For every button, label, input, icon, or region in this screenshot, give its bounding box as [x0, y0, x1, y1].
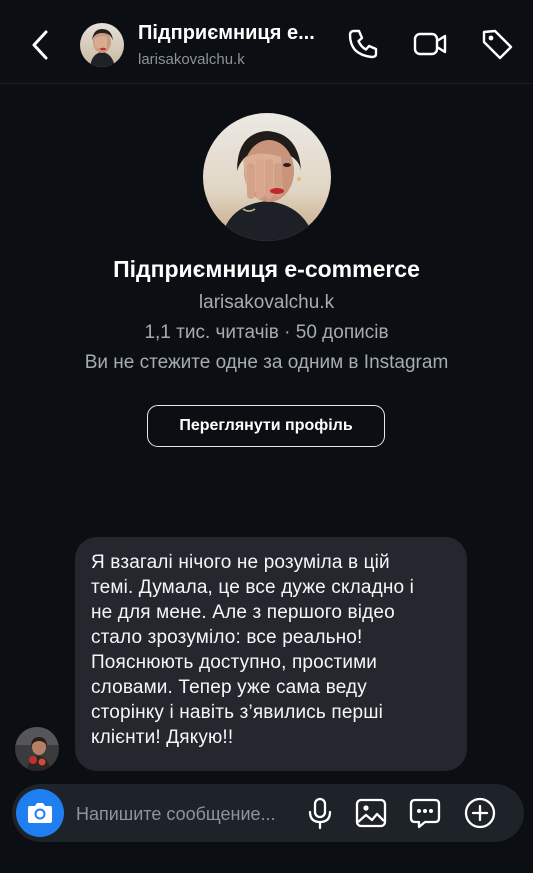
- profile-stats: 1,1 тис. читачів · 50 дописів: [144, 322, 389, 343]
- view-profile-button[interactable]: Переглянути профіль: [147, 405, 385, 447]
- message-composer: [12, 784, 524, 842]
- sticker-button[interactable]: [407, 795, 443, 831]
- profile-avatar[interactable]: [203, 113, 331, 241]
- message-line: не для мене. Але з першого відео: [91, 602, 395, 623]
- back-button[interactable]: [26, 28, 56, 62]
- message-input[interactable]: [74, 794, 308, 834]
- label-button[interactable]: [479, 26, 515, 62]
- microphone-icon: [308, 797, 332, 830]
- video-call-button[interactable]: [412, 26, 448, 62]
- video-camera-icon: [413, 32, 447, 56]
- header-title[interactable]: Підприємниця е...: [138, 22, 315, 45]
- sender-avatar[interactable]: [15, 727, 59, 771]
- camera-icon: [28, 803, 52, 823]
- gallery-button[interactable]: [353, 795, 389, 831]
- header-avatar[interactable]: [80, 23, 124, 67]
- phone-icon: [348, 29, 378, 59]
- follow-status-text: Ви не стежите одне за одним в Instagram: [84, 352, 449, 373]
- message-bubble[interactable]: Я взагалі нічого не розуміла в цій темі.…: [75, 537, 467, 771]
- header-username: larisakovalchu.k: [138, 51, 245, 68]
- profile-username: larisakovalchu.k: [198, 292, 335, 313]
- message-line: Я взагалі нічого не розуміла в цій: [91, 552, 390, 573]
- plus-circle-icon: [464, 797, 496, 829]
- chat-header: Підприємниця е... larisakovalchu.k: [0, 0, 533, 84]
- chevron-left-icon: [32, 30, 48, 60]
- message-line: Пояснюють доступно, простими: [91, 652, 378, 673]
- tag-icon: [482, 29, 513, 60]
- chat-bubble-icon: [409, 798, 441, 829]
- message-line: темі. Думала, це все дуже складно і: [91, 577, 414, 598]
- message-line: клієнти! Дякую!!: [91, 727, 234, 748]
- image-icon: [355, 798, 387, 828]
- call-button[interactable]: [345, 26, 381, 62]
- more-button[interactable]: [462, 795, 498, 831]
- camera-button[interactable]: [16, 789, 64, 837]
- message-line: сторінку і навіть з’явились перші: [91, 702, 384, 723]
- voice-message-button[interactable]: [302, 795, 338, 831]
- message-line: словами. Тепер уже сама веду: [91, 677, 367, 698]
- profile-name: Підприємниця e-commerce: [113, 256, 420, 282]
- message-line: стало зрозуміло: все реально!: [91, 627, 363, 648]
